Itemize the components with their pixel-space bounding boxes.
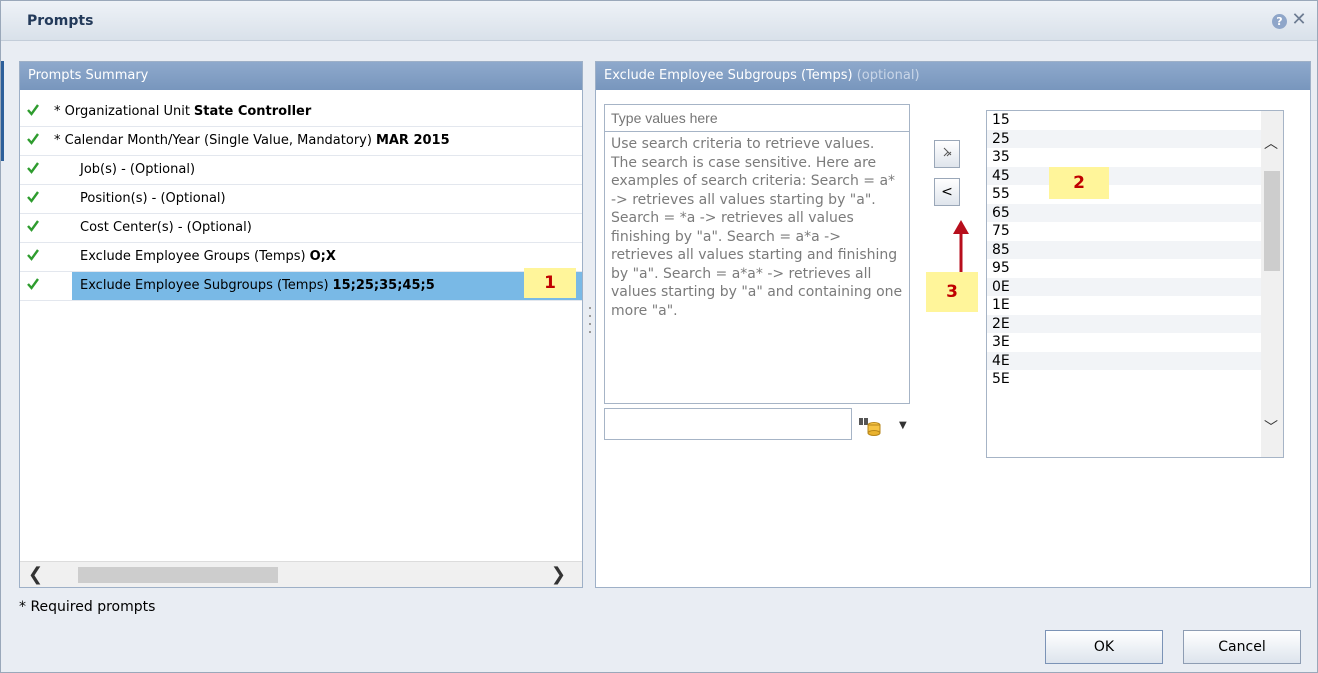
list-item[interactable]: 0E: [987, 277, 1283, 296]
check-icon: [27, 162, 39, 174]
prompt-detail-title: Exclude Employee Subgroups (Temps): [604, 68, 853, 83]
list-item[interactable]: 3E: [987, 333, 1283, 352]
remove-all-icon: [943, 147, 952, 157]
prompt-row-positions[interactable]: Position(s) - (Optional): [20, 185, 582, 214]
check-icon: [27, 249, 39, 261]
list-item[interactable]: 45: [987, 166, 1283, 185]
remove-all-button[interactable]: [934, 140, 960, 168]
list-item[interactable]: 5E: [987, 370, 1283, 389]
callout-3: 3: [926, 272, 978, 312]
prompt-label: Exclude Employee Subgroups (Temps) 15;25;…: [80, 278, 435, 293]
panel-splitter[interactable]: [588, 301, 592, 345]
check-icon: [27, 220, 39, 232]
prompt-label: Position(s) - (Optional): [80, 191, 226, 206]
check-icon: [27, 191, 39, 203]
list-item[interactable]: 65: [987, 203, 1283, 222]
vertical-scrollbar[interactable]: ︿ ﹀: [1261, 111, 1283, 457]
prompts-summary-title: Prompts Summary: [28, 68, 149, 83]
prompts-summary-header: Prompts Summary: [20, 62, 582, 90]
prompt-list: * Organizational Unit State Controller * …: [20, 98, 582, 301]
prompts-summary-panel: Prompts Summary * Organizational Unit Sta…: [19, 61, 583, 588]
callout-1: 1: [524, 268, 576, 298]
optional-tag: (optional): [856, 68, 920, 83]
prompt-row-cost-centers[interactable]: Cost Center(s) - (Optional): [20, 214, 582, 243]
title-bar: Prompts ? ✕: [1, 1, 1317, 41]
horizontal-scrollbar[interactable]: ❮ ❯: [20, 561, 582, 587]
search-input[interactable]: [604, 104, 910, 132]
check-icon: [27, 133, 39, 145]
prompt-row-organizational-unit[interactable]: * Organizational Unit State Controller: [20, 98, 582, 127]
dialog-title: Prompts: [27, 13, 94, 29]
scroll-thumb[interactable]: [1264, 171, 1280, 271]
scroll-thumb[interactable]: [78, 567, 278, 583]
list-item[interactable]: 35: [987, 148, 1283, 167]
list-item[interactable]: 95: [987, 259, 1283, 278]
callout-2: 2: [1049, 167, 1109, 199]
arrow-up-icon: [953, 220, 969, 274]
prompt-label: Exclude Employee Groups (Temps) O;X: [80, 249, 336, 264]
search-database-icon[interactable]: [858, 416, 882, 436]
remove-button[interactable]: <: [934, 178, 960, 206]
list-item[interactable]: 25: [987, 129, 1283, 148]
list-item[interactable]: 4E: [987, 351, 1283, 370]
chevron-up-icon[interactable]: ︿: [1264, 133, 1278, 153]
list-item[interactable]: 85: [987, 240, 1283, 259]
check-icon: [27, 278, 39, 290]
check-icon: [27, 104, 39, 116]
prompt-row-employee-subgroups[interactable]: Exclude Employee Subgroups (Temps) 15;25;…: [20, 272, 582, 301]
list-item[interactable]: 1E: [987, 296, 1283, 315]
prompt-row-jobs[interactable]: Job(s) - (Optional): [20, 156, 582, 185]
prompts-dialog: Prompts ? ✕ Prompts Summary * Organizati…: [0, 0, 1318, 673]
window-edge: [1, 61, 4, 161]
chevron-down-icon[interactable]: ▼: [899, 420, 907, 431]
required-prompts-note: * Required prompts: [19, 599, 156, 615]
list-item[interactable]: 55: [987, 185, 1283, 204]
list-item[interactable]: 15: [987, 111, 1283, 130]
list-item[interactable]: 75: [987, 222, 1283, 241]
list-item[interactable]: 2E: [987, 314, 1283, 333]
chevron-down-icon[interactable]: ﹀: [1264, 417, 1278, 437]
prompt-row-employee-groups[interactable]: Exclude Employee Groups (Temps) O;X: [20, 243, 582, 272]
prompt-label: Job(s) - (Optional): [80, 162, 196, 177]
prompt-row-calendar-month[interactable]: * Calendar Month/Year (Single Value, Man…: [20, 127, 582, 156]
prompt-label: Cost Center(s) - (Optional): [80, 220, 252, 235]
prompt-detail-panel: Exclude Employee Subgroups (Temps) (opti…: [595, 61, 1311, 588]
search-field[interactable]: [604, 408, 852, 440]
close-icon[interactable]: ✕: [1291, 11, 1307, 29]
prompt-label: * Organizational Unit State Controller: [54, 104, 312, 119]
selected-values-list[interactable]: 15 25 35 45 55 65 75 85 95 0E 1E 2E 3E 4…: [986, 110, 1284, 458]
search-help-text: Use search criteria to retrieve values. …: [604, 132, 910, 404]
prompt-label: * Calendar Month/Year (Single Value, Man…: [54, 133, 450, 148]
prompt-detail-header: Exclude Employee Subgroups (Temps) (opti…: [596, 62, 1310, 90]
scroll-right-icon[interactable]: ❯: [551, 564, 566, 585]
help-icon[interactable]: ?: [1272, 14, 1287, 29]
cancel-button[interactable]: Cancel: [1183, 630, 1301, 664]
scroll-left-icon[interactable]: ❮: [28, 564, 43, 585]
ok-button[interactable]: OK: [1045, 630, 1163, 664]
